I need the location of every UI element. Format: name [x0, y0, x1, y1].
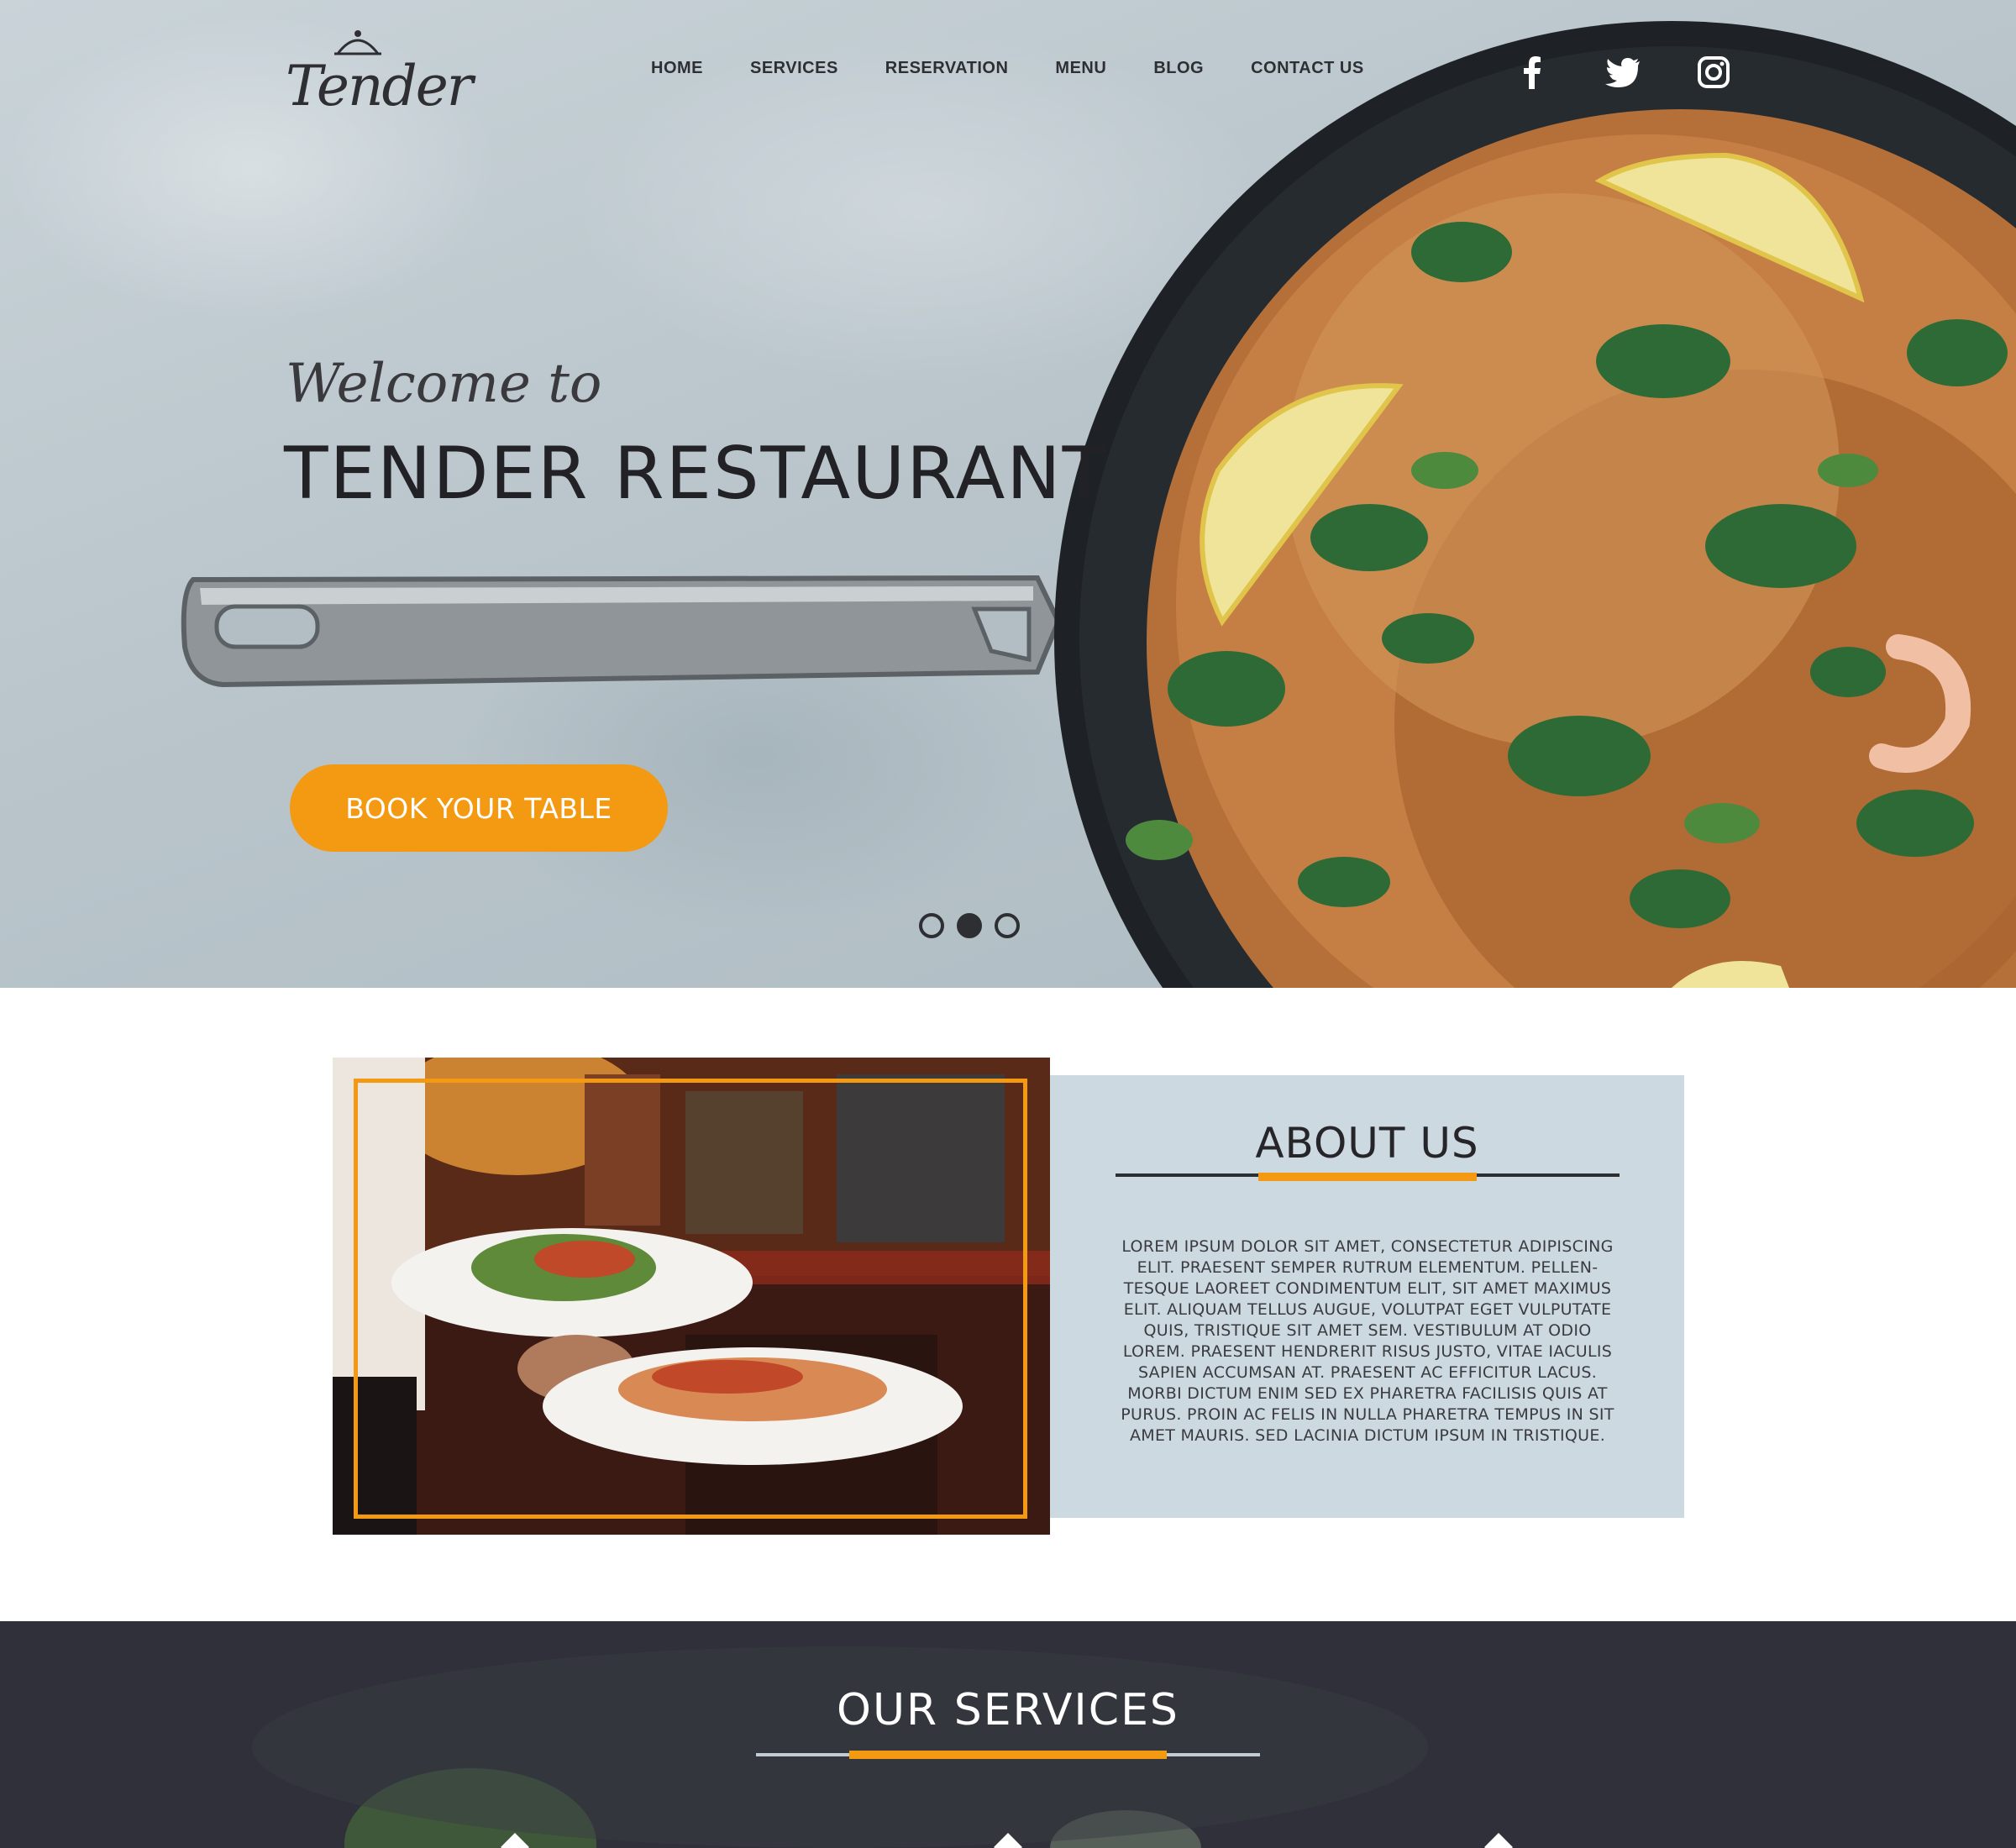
twitter-icon[interactable] [1603, 52, 1643, 92]
nav-menu[interactable]: MENU [1055, 59, 1106, 78]
social-links [1512, 52, 1784, 92]
instagram-icon[interactable] [1693, 52, 1734, 92]
services-title: OUR SERVICES [837, 1685, 1179, 1735]
about-photo-frame [354, 1079, 1027, 1519]
services-accent-bar [849, 1751, 1167, 1759]
main-nav: HOME SERVICES RESERVATION MENU BLOG CONT… [651, 59, 1411, 78]
nav-reservation[interactable]: RESERVATION [885, 59, 1009, 78]
logo-text: Tender [286, 54, 473, 118]
nav-blog[interactable]: BLOG [1153, 59, 1204, 78]
nav-contact-us[interactable]: CONTACT US [1251, 59, 1364, 78]
hero-title: TENDER RESTAURANT [284, 432, 1109, 516]
about-title: ABOUT US [1255, 1119, 1479, 1168]
slider-dot-active[interactable] [957, 913, 982, 938]
book-table-button[interactable]: BOOK YOUR TABLE [290, 764, 668, 852]
about-body-text: LOREM IPSUM DOLOR SIT AMET, CONSECTETUR … [1121, 1237, 1614, 1445]
slider-dots [919, 913, 1032, 938]
tender-logo[interactable]: Tender [286, 25, 473, 126]
services-section: OUR SERVICES [0, 1621, 2016, 1848]
hero-section: Tender HOME SERVICES RESERVATION MENU BL… [0, 0, 2016, 988]
about-us-panel: ABOUT US LOREM IPSUM DOLOR SIT AMET, CON… [1050, 1075, 1684, 1518]
title-accent-bar [1258, 1173, 1477, 1181]
nav-home[interactable]: HOME [651, 59, 703, 78]
slider-dot[interactable] [995, 913, 1020, 938]
facebook-icon[interactable] [1512, 52, 1552, 92]
nav-services[interactable]: SERVICES [750, 59, 838, 78]
slider-dot[interactable] [919, 913, 944, 938]
welcome-text: Welcome to [286, 353, 602, 415]
